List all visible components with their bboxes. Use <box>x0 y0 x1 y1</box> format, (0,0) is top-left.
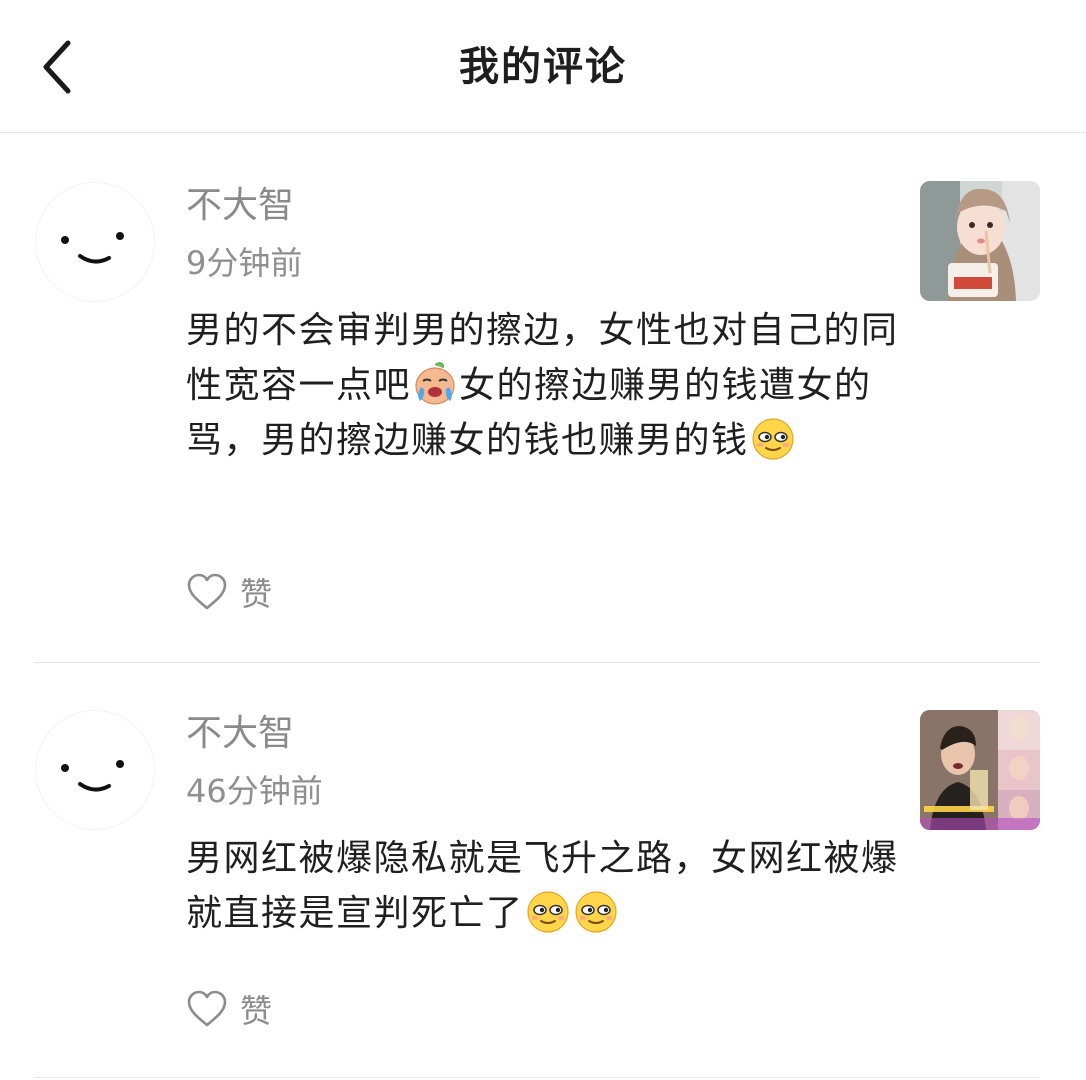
timestamp: 46分钟前 <box>186 772 323 810</box>
like-button[interactable]: 赞 <box>186 569 272 615</box>
comment-text: 男的不会审判男的擦边，女性也对自己的同性宽容一点吧 女的擦边赚男的钱遭女的骂，男… <box>186 303 916 468</box>
heart-outline-icon <box>187 990 227 1027</box>
like-button[interactable]: 赞 <box>186 986 272 1032</box>
post-thumbnail[interactable] <box>920 710 1040 830</box>
girl-photo-image <box>920 181 1040 301</box>
crying-face-emoji <box>415 362 455 405</box>
smiley-face-icon <box>61 232 124 264</box>
divider <box>34 1077 1040 1078</box>
like-label: 赞 <box>240 575 273 613</box>
avatar[interactable] <box>36 711 154 829</box>
like-label: 赞 <box>240 992 273 1030</box>
username[interactable]: 不大智 <box>186 181 294 231</box>
timestamp: 9分钟前 <box>186 244 303 282</box>
smug-face-emoji <box>751 418 794 460</box>
comment-item: 不大智 46分钟前 男网红被爆隐私就是飞升之路，女网红被爆就直接是宣判死亡了 赞 <box>0 663 1086 1080</box>
avatar[interactable] <box>36 183 154 301</box>
post-thumbnail[interactable] <box>920 181 1040 301</box>
comment-text: 男网红被爆隐私就是飞升之路，女网红被爆就直接是宣判死亡了 <box>186 831 916 941</box>
username[interactable]: 不大智 <box>186 709 294 759</box>
heart-outline-icon <box>187 573 227 610</box>
page-title: 我的评论 <box>459 44 627 90</box>
smug-face-emoji <box>526 891 569 933</box>
comment-item: 不大智 9分钟前 男的不会审判男的擦边，女性也对自己的同性宽容一点吧 女的擦边赚… <box>0 133 1086 663</box>
smiley-face-icon <box>61 760 124 792</box>
video-collage-image <box>920 710 1040 830</box>
smug-face-emoji <box>574 891 617 933</box>
top-bar: 我的评论 <box>0 0 1086 133</box>
